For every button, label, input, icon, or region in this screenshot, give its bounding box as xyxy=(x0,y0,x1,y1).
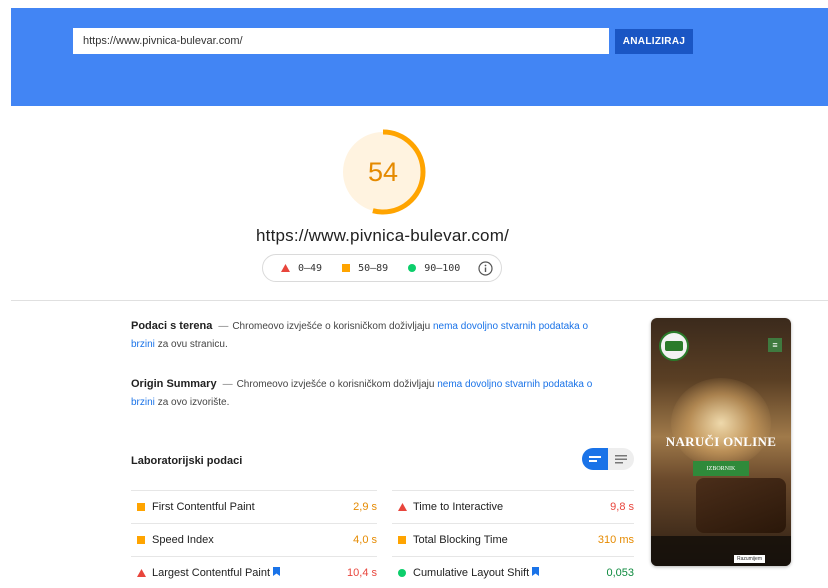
section-divider xyxy=(11,300,828,301)
metric-largest-contentful-paint: Largest Contentful Paint 10,4 s xyxy=(131,556,377,588)
metric-name: Total Blocking Time xyxy=(413,533,508,546)
legend-fail-label: 0–49 xyxy=(298,262,323,274)
triangle-icon xyxy=(281,264,290,272)
origin-summary-post: za ovo izvorište. xyxy=(157,397,230,408)
legend-pass-label: 90–100 xyxy=(424,262,461,274)
legend-pass: 90–100 xyxy=(408,263,460,274)
metric-name: Time to Interactive xyxy=(413,500,504,513)
metric-speed-index: Speed Index 4,0 s xyxy=(131,523,377,555)
origin-summary-title: Origin Summary xyxy=(131,378,217,390)
info-icon[interactable] xyxy=(478,261,493,279)
field-data-pre: Chromeovo izvješće o korisničkom doživlj… xyxy=(232,321,431,332)
metric-total-blocking-time: Total Blocking Time 310 ms xyxy=(392,523,634,555)
url-input[interactable] xyxy=(73,28,609,54)
square-icon xyxy=(134,502,148,511)
metric-name: Cumulative Layout Shift xyxy=(413,566,530,579)
page-screenshot: ≡ NARUČI ONLINE IZBORNIK Razumijem xyxy=(651,318,791,566)
circle-icon xyxy=(408,264,417,272)
analyze-button[interactable]: ANALIZIRAJ xyxy=(615,29,693,54)
expanded-view-icon[interactable] xyxy=(608,448,634,470)
cookie-accept-button: Razumijem xyxy=(733,555,765,563)
bookmark-icon xyxy=(532,566,540,579)
metric-value: 10,4 s xyxy=(347,566,377,579)
square-icon xyxy=(134,535,148,544)
metric-cumulative-layout-shift: Cumulative Layout Shift 0,053 xyxy=(392,556,634,588)
screenshot-food xyxy=(696,478,786,533)
triangle-icon xyxy=(134,568,148,577)
origin-summary-dash: — xyxy=(222,379,233,390)
legend-fail: 0–49 xyxy=(281,263,322,274)
metric-name: Largest Contentful Paint xyxy=(152,566,271,579)
square-icon xyxy=(342,264,351,272)
metric-first-contentful-paint: First Contentful Paint 2,9 s xyxy=(131,490,377,522)
field-data-dash: — xyxy=(218,321,229,332)
metric-value: 0,053 xyxy=(606,566,634,579)
screenshot-headline: NARUČI ONLINE xyxy=(665,434,777,449)
field-data-post: za ovu stranicu. xyxy=(157,339,228,350)
screenshot-menu-button: IZBORNIK xyxy=(693,461,749,476)
circle-icon xyxy=(395,568,409,577)
score-legend: 0–49 50–89 90–100 xyxy=(262,254,502,282)
cookie-banner xyxy=(651,536,791,566)
hamburger-menu-icon: ≡ xyxy=(768,338,782,352)
legend-average-label: 50–89 xyxy=(358,262,389,274)
metric-value: 9,8 s xyxy=(610,500,634,513)
metric-value: 2,9 s xyxy=(353,500,377,513)
lab-data-title: Laboratorijski podaci xyxy=(131,455,243,467)
legend-average: 50–89 xyxy=(342,263,388,274)
origin-summary-pre: Chromeovo izvješće o korisničkom doživlj… xyxy=(236,379,435,390)
view-toggle[interactable] xyxy=(582,448,634,470)
screenshot-flame xyxy=(671,378,771,468)
metric-name-wrap: Largest Contentful Paint xyxy=(152,566,347,579)
analyzed-url: https://www.pivnica-bulevar.com/ xyxy=(256,226,509,245)
site-logo xyxy=(659,331,689,361)
metric-name-wrap: Cumulative Layout Shift xyxy=(413,566,606,579)
performance-score: 54 xyxy=(367,156,399,187)
metric-name: Speed Index xyxy=(152,533,214,546)
field-data-section: Podaci s terena — Chromeovo izvješće o kor… xyxy=(131,317,601,354)
triangle-icon xyxy=(395,502,409,511)
metric-name: First Contentful Paint xyxy=(152,500,255,513)
header-bar: ANALIZIRAJ xyxy=(11,8,828,106)
origin-summary-section: Origin Summary — Chromeovo izvješće o kori… xyxy=(131,375,601,412)
bookmark-icon xyxy=(273,566,281,579)
compact-view-icon[interactable] xyxy=(582,448,608,470)
metric-time-to-interactive: Time to Interactive 9,8 s xyxy=(392,490,634,522)
square-icon xyxy=(395,535,409,544)
metric-value: 4,0 s xyxy=(353,533,377,546)
metric-value: 310 ms xyxy=(597,533,634,546)
field-data-title: Podaci s terena xyxy=(131,320,213,332)
